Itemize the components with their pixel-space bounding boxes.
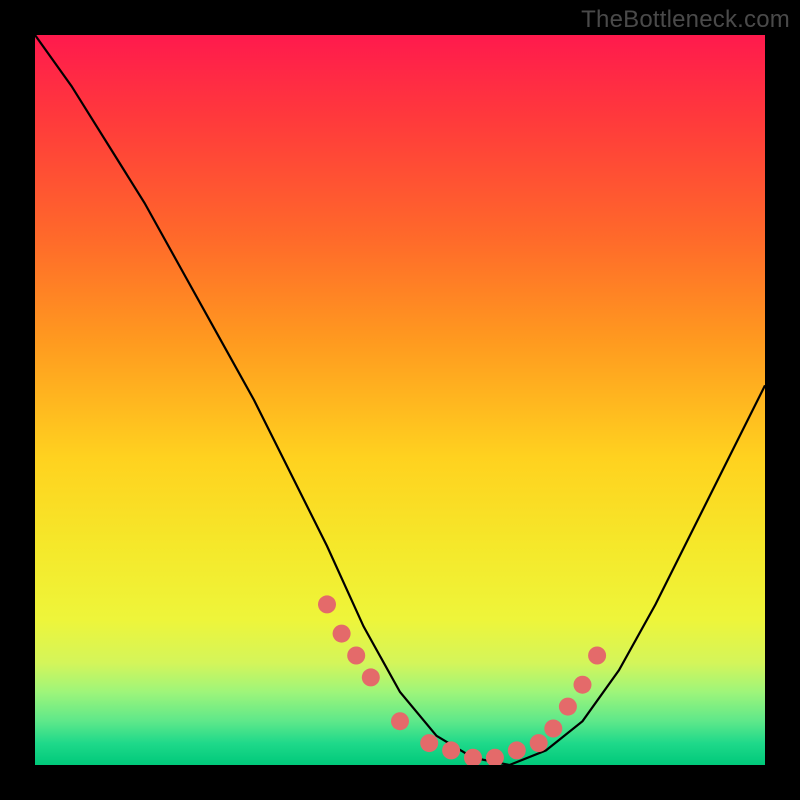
highlight-dot: [530, 734, 548, 752]
chart-svg: [35, 35, 765, 765]
highlight-dot: [486, 749, 504, 765]
highlight-dot: [588, 647, 606, 665]
highlight-dot: [544, 720, 562, 738]
highlight-dot: [347, 647, 365, 665]
highlight-dot: [508, 741, 526, 759]
plot-area: [35, 35, 765, 765]
highlight-dot: [318, 595, 336, 613]
chart-frame: TheBottleneck.com: [0, 0, 800, 800]
highlight-dot: [362, 668, 380, 686]
highlight-dot: [420, 734, 438, 752]
highlight-dot: [574, 676, 592, 694]
highlight-dot: [442, 741, 460, 759]
highlight-dot: [333, 625, 351, 643]
highlight-dot: [391, 712, 409, 730]
watermark-text: TheBottleneck.com: [581, 6, 790, 34]
highlight-dot: [464, 749, 482, 765]
bottleneck-curve: [35, 35, 765, 765]
highlight-dot: [559, 698, 577, 716]
